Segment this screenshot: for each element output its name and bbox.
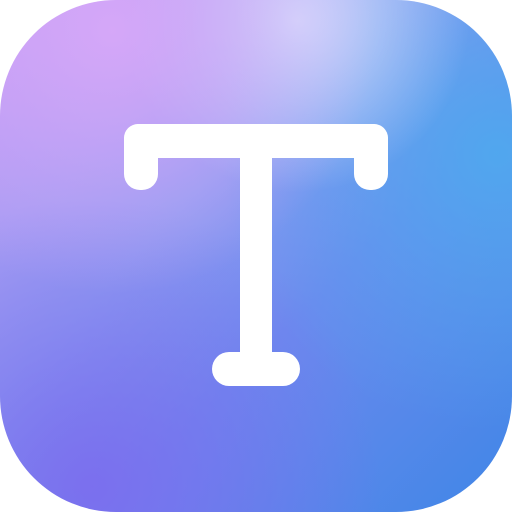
letter-t-icon (124, 124, 388, 386)
t-left-serif (124, 124, 158, 190)
t-right-serif (354, 124, 388, 190)
t-stem (240, 140, 272, 370)
t-foot (212, 352, 300, 386)
app-icon[interactable] (0, 0, 512, 512)
